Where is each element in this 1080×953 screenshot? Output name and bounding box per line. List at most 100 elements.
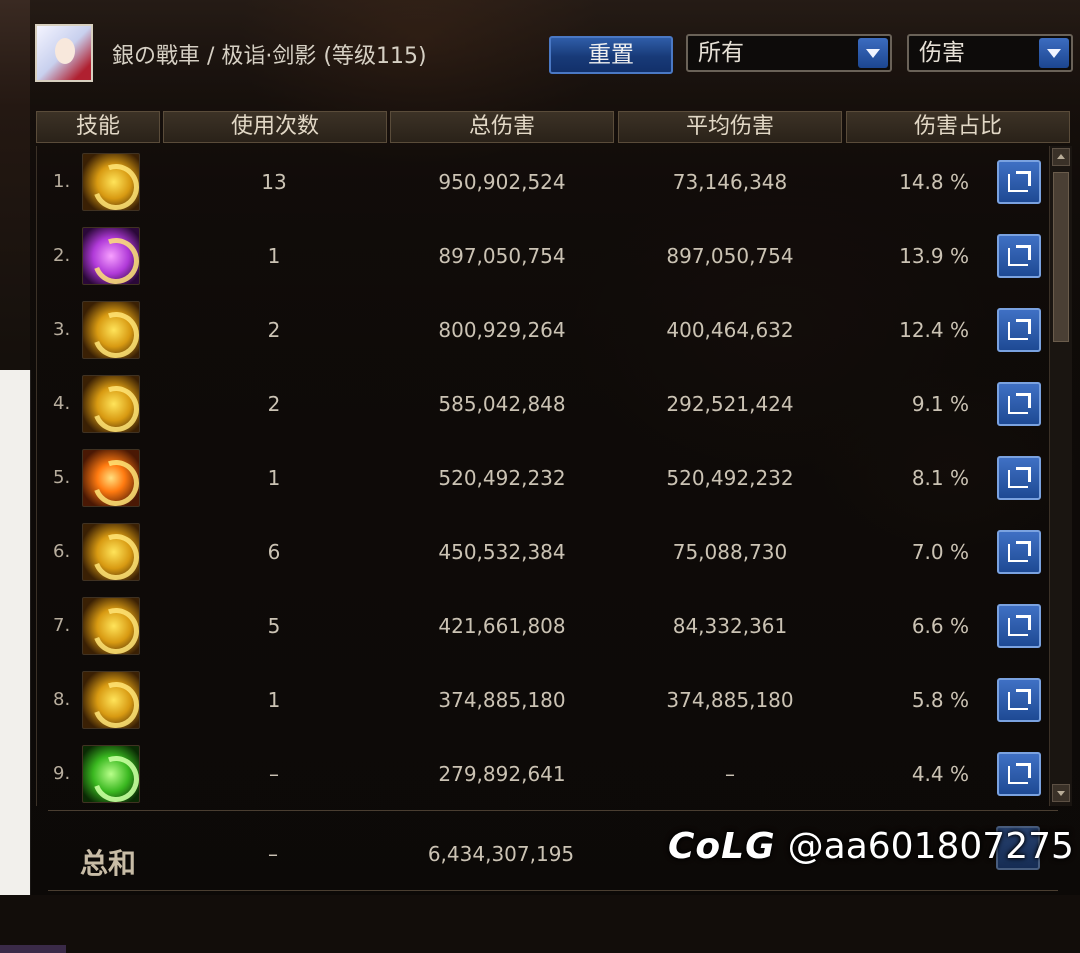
- row-total-damage: 520,492,232: [438, 466, 566, 490]
- row-damage-share: 8.1 %: [911, 466, 969, 490]
- metric-value: 伤害: [919, 40, 965, 66]
- row-damage-share: 5.8 %: [911, 688, 969, 712]
- total-label: 总和: [80, 847, 137, 880]
- table-row[interactable]: 3. 2 800,929,264 400,464,632 12.4 %: [37, 294, 1048, 368]
- total-uses: –: [268, 842, 278, 866]
- character-avatar: [35, 24, 93, 82]
- row-uses: 13: [261, 170, 287, 194]
- purple-burst-skill-icon: [82, 227, 140, 285]
- gold-glyph-skill-icon: [82, 671, 140, 729]
- row-total-damage: 279,892,641: [438, 762, 566, 786]
- divider: [48, 890, 1058, 891]
- share-icon[interactable]: [997, 308, 1041, 352]
- row-avg-damage: 84,332,361: [672, 614, 788, 638]
- character-name: 銀の戰車 / 极诣·剑影 (等级115): [112, 44, 427, 69]
- table-row[interactable]: 9. – 279,892,641 – 4.4 %: [37, 738, 1048, 812]
- gold-arc-skill-icon: [82, 523, 140, 581]
- skill-table: 1. 13 950,902,524 73,146,348 14.8 % 2. 1…: [36, 146, 1048, 806]
- row-uses: 1: [267, 466, 281, 490]
- table-row[interactable]: 6. 6 450,532,384 75,088,730 7.0 %: [37, 516, 1048, 590]
- table-scrollbar[interactable]: [1049, 146, 1072, 806]
- column-header-damage-share[interactable]: 伤害占比: [846, 111, 1070, 143]
- gold-slash-skill-icon: [82, 153, 140, 211]
- watermark-handle: @aa601807275: [787, 826, 1074, 867]
- row-total-damage: 421,661,808: [438, 614, 566, 638]
- row-avg-damage: 520,492,232: [666, 466, 794, 490]
- row-total-damage: 450,532,384: [438, 540, 566, 564]
- scrollbar-thumb[interactable]: [1053, 172, 1069, 342]
- share-icon[interactable]: [997, 456, 1041, 500]
- chevron-down-icon[interactable]: [1039, 38, 1069, 68]
- row-avg-damage: 374,885,180: [666, 688, 794, 712]
- left-edge-strip: [0, 370, 66, 953]
- table-row[interactable]: 7. 5 421,661,808 84,332,361 6.6 %: [37, 590, 1048, 664]
- row-rank: 5.: [53, 467, 71, 488]
- row-total-damage: 585,042,848: [438, 392, 566, 416]
- orange-cross-skill-icon: [82, 449, 140, 507]
- reset-button[interactable]: 重置: [549, 36, 673, 74]
- chevron-down-icon[interactable]: [858, 38, 888, 68]
- row-uses: 2: [267, 318, 281, 342]
- row-total-damage: 897,050,754: [438, 244, 566, 268]
- watermark-brand: CoLG: [668, 826, 776, 867]
- row-uses: 1: [267, 244, 281, 268]
- row-damage-share: 7.0 %: [911, 540, 969, 564]
- row-rank: 6.: [53, 541, 71, 562]
- row-total-damage: 950,902,524: [438, 170, 566, 194]
- column-header-total-damage[interactable]: 总伤害: [390, 111, 614, 143]
- row-avg-damage: 73,146,348: [672, 170, 788, 194]
- gold-wave-skill-icon: [82, 375, 140, 433]
- row-rank: 9.: [53, 763, 71, 784]
- row-damage-share: 9.1 %: [911, 392, 969, 416]
- share-icon[interactable]: [997, 160, 1041, 204]
- column-header-uses[interactable]: 使用次数: [163, 111, 387, 143]
- share-icon[interactable]: [997, 604, 1041, 648]
- row-uses: 5: [267, 614, 281, 638]
- hp-bar-fragment: [0, 945, 66, 953]
- metric-dropdown[interactable]: 伤害: [907, 34, 1073, 72]
- row-avg-damage: 400,464,632: [666, 318, 794, 342]
- row-rank: 1.: [53, 171, 71, 192]
- row-damage-share: 12.4 %: [899, 318, 969, 342]
- row-uses: –: [269, 762, 279, 786]
- row-rank: 4.: [53, 393, 71, 414]
- share-icon[interactable]: [997, 678, 1041, 722]
- row-uses: 6: [267, 540, 281, 564]
- filter-value: 所有: [698, 40, 744, 66]
- row-avg-damage: 75,088,730: [672, 540, 788, 564]
- row-damage-share: 6.6 %: [911, 614, 969, 638]
- row-rank: 7.: [53, 615, 71, 636]
- row-uses: 1: [267, 688, 281, 712]
- gold-swirl-skill-icon: [82, 597, 140, 655]
- row-rank: 3.: [53, 319, 71, 340]
- row-rank: 2.: [53, 245, 71, 266]
- share-icon[interactable]: [997, 530, 1041, 574]
- table-row[interactable]: 2. 1 897,050,754 897,050,754 13.9 %: [37, 220, 1048, 294]
- share-icon[interactable]: [997, 382, 1041, 426]
- gold-ring-skill-icon: [82, 301, 140, 359]
- row-uses: 2: [267, 392, 281, 416]
- row-total-damage: 800,929,264: [438, 318, 566, 342]
- table-row[interactable]: 8. 1 374,885,180 374,885,180 5.8 %: [37, 664, 1048, 738]
- row-avg-damage: 897,050,754: [666, 244, 794, 268]
- row-total-damage: 374,885,180: [438, 688, 566, 712]
- total-damage: 6,434,307,195: [427, 842, 575, 866]
- table-row[interactable]: 1. 13 950,902,524 73,146,348 14.8 %: [37, 146, 1048, 220]
- row-rank: 8.: [53, 689, 71, 710]
- scroll-up-arrow-icon[interactable]: [1052, 148, 1070, 166]
- column-header-skill[interactable]: 技能: [36, 111, 160, 143]
- row-avg-damage: 292,521,424: [666, 392, 794, 416]
- share-icon[interactable]: [997, 752, 1041, 796]
- column-header-avg-damage[interactable]: 平均伤害: [618, 111, 842, 143]
- filter-dropdown[interactable]: 所有: [686, 34, 892, 72]
- row-damage-share: 14.8 %: [899, 170, 969, 194]
- table-row[interactable]: 5. 1 520,492,232 520,492,232 8.1 %: [37, 442, 1048, 516]
- row-damage-share: 4.4 %: [911, 762, 969, 786]
- row-avg-damage: –: [725, 762, 735, 786]
- row-damage-share: 13.9 %: [899, 244, 969, 268]
- watermark: CoLG @aa601807275: [668, 826, 1074, 867]
- table-row[interactable]: 4. 2 585,042,848 292,521,424 9.1 %: [37, 368, 1048, 442]
- scroll-down-arrow-icon[interactable]: [1052, 784, 1070, 802]
- green-ring-skill-icon: [82, 745, 140, 803]
- share-icon[interactable]: [997, 234, 1041, 278]
